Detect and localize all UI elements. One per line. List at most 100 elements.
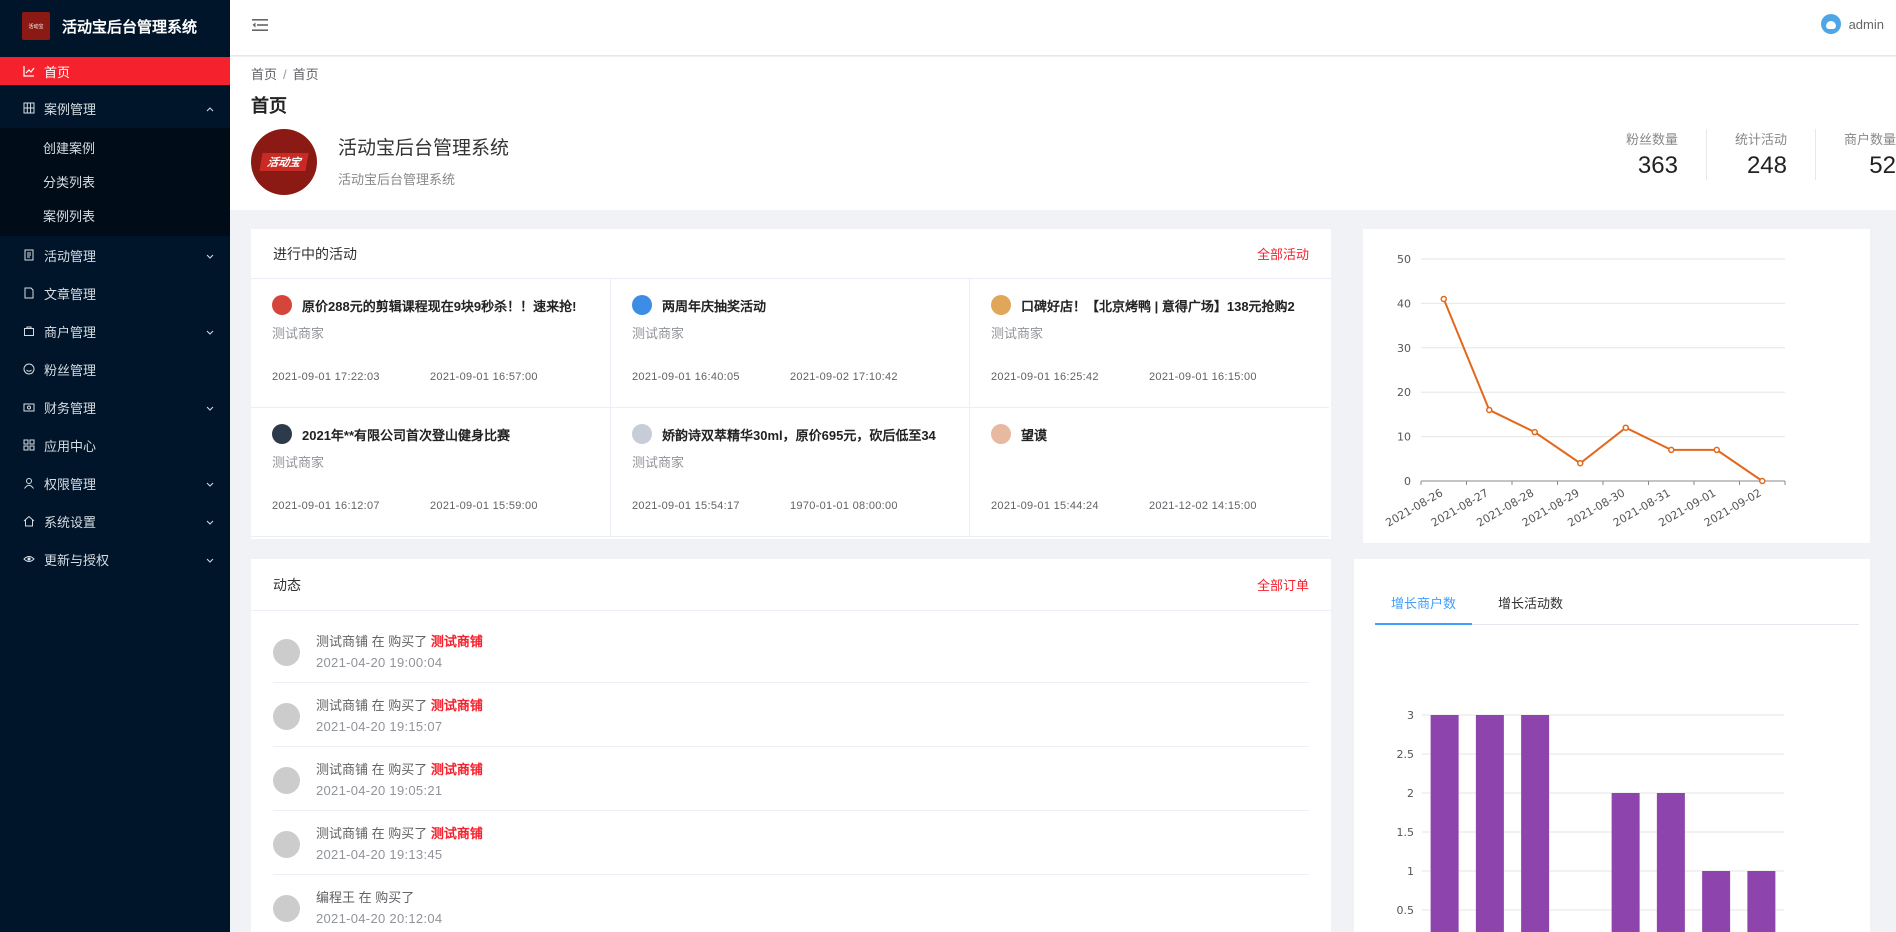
breadcrumb-item: 首页 — [292, 67, 319, 82]
feed-target[interactable]: 测试商铺 — [431, 826, 483, 841]
activity-shop: 测试商家 — [272, 455, 325, 470]
stat-merchants: 商户数量 52 — [1814, 129, 1896, 180]
brand[interactable]: 活动宝 活动宝后台管理系统 — [0, 0, 230, 52]
activity-item[interactable]: 原价288元的剪辑课程现在9块9秒杀！！速来抢! 测试商家 2021-09-01 1… — [251, 279, 611, 408]
feed-text: 测试商铺 在 购买了 测试商铺 — [316, 631, 483, 650]
activity-times: 2021-09-01 15:44:24 2021-12-02 14:15:00 — [991, 500, 1307, 512]
sidebar-item[interactable]: 文章管理 — [0, 274, 230, 312]
bar — [1702, 871, 1731, 932]
activity-end: 1970-01-01 08:00:00 — [790, 500, 898, 512]
activity-end: 2021-09-02 17:10:42 — [790, 371, 898, 383]
submenu-item[interactable]: 分类列表 — [0, 164, 230, 198]
chevron-down-icon — [206, 514, 214, 529]
activity-item[interactable]: 娇韵诗双萃精华30ml，原价695元，砍后低至34 测试商家 2021-09-01 … — [611, 408, 970, 537]
sidebar-item[interactable]: 系统设置 — [0, 502, 230, 540]
feed-target[interactable]: 测试商铺 — [431, 698, 483, 713]
feed-target[interactable]: 测试商铺 — [431, 762, 483, 777]
series-line — [1442, 298, 1763, 482]
activity-thumb-icon — [632, 295, 652, 315]
feed-time: 2021-04-20 19:13:45 — [316, 847, 443, 862]
calendar-icon — [22, 248, 36, 262]
feed-user: 测试商铺 — [316, 698, 369, 713]
breadcrumb-item[interactable]: 首页 — [251, 67, 277, 82]
activity-item[interactable]: 2021年**有限公司首次登山健身比赛 测试商家 2021-09-01 16:12:… — [251, 408, 611, 537]
sidebar-item[interactable]: 案例管理 — [0, 88, 230, 128]
y-tick-label: 30 — [1397, 342, 1411, 355]
activity-times: 2021-09-01 17:22:03 2021-09-01 16:57:00 — [272, 371, 588, 383]
avatar — [273, 895, 300, 922]
chevron-up-icon — [206, 101, 214, 116]
growth-card: 增长商户数 增长活动数 0.5 1 1.5 2 2.5 3 — [1354, 559, 1870, 932]
brand-logo: 活动宝 — [22, 12, 50, 40]
chevron-down-icon — [206, 476, 214, 491]
sidebar-item[interactable]: 权限管理 — [0, 464, 230, 502]
submenu-item[interactable]: 创建案例 — [0, 130, 230, 164]
data-point — [1759, 477, 1766, 485]
sidebar-item-label: 财务管理 — [44, 400, 97, 416]
activity-end: 2021-09-01 16:15:00 — [1149, 371, 1257, 383]
activity-end: 2021-09-01 16:57:00 — [430, 371, 538, 383]
sidebar-item-label: 更新与授权 — [44, 552, 110, 568]
sidebar-item[interactable]: 应用中心 — [0, 426, 230, 464]
sidebar-item[interactable]: 更新与授权 — [0, 540, 230, 578]
y-tick-label: 1.5 — [1397, 826, 1415, 839]
y-tick-label: 40 — [1397, 297, 1411, 310]
data-point — [1622, 424, 1629, 431]
menu-fold-icon[interactable] — [250, 16, 270, 34]
activity-item[interactable]: 两周年庆抽奖活动 测试商家 2021-09-01 16:40:05 2021-09-0… — [611, 279, 970, 408]
feed-time: 2021-04-20 19:15:07 — [316, 719, 443, 734]
avatar — [273, 767, 300, 794]
feed-text: 测试商铺 在 购买了 测试商铺 — [316, 759, 483, 778]
data-point — [1440, 295, 1447, 303]
all-orders-link[interactable]: 全部订单 — [1257, 575, 1309, 594]
submenu-item[interactable]: 案例列表 — [0, 198, 230, 232]
chevron-down-icon — [206, 324, 214, 339]
avatar — [273, 831, 300, 858]
activity-item[interactable]: 口碑好店！【北京烤鸭 | 意得广场】138元抢购2 测试商家 2021-09-01 … — [970, 279, 1329, 408]
activity-title: 望谟 — [1021, 427, 1048, 443]
sidebar-item-label: 粉丝管理 — [44, 362, 97, 378]
shop-icon — [22, 324, 36, 338]
activity-times: 2021-09-01 16:12:07 2021-09-01 15:59:00 — [272, 500, 588, 512]
sidebar-item-label: 活动管理 — [44, 248, 97, 264]
stat-activities: 统计活动 248 — [1705, 129, 1815, 180]
y-tick-label: 10 — [1397, 431, 1411, 444]
activity-start: 2021-09-01 15:54:17 — [632, 500, 740, 512]
user-name: admin — [1848, 16, 1884, 32]
document-icon — [22, 286, 36, 300]
activity-shop: 测试商家 — [632, 455, 685, 470]
system-desc: 活动宝后台管理系统 — [338, 172, 456, 187]
sidebar-item[interactable]: 粉丝管理 — [0, 350, 230, 388]
sidebar-item[interactable]: 活动管理 — [0, 236, 230, 274]
home-icon — [22, 514, 36, 528]
feed-target[interactable]: 测试商铺 — [431, 634, 483, 649]
activity-times: 2021-09-01 16:40:05 2021-09-02 17:10:42 — [632, 371, 948, 383]
y-tick-label: 1 — [1407, 865, 1414, 878]
activity-title: 原价288元的剪辑课程现在9块9秒杀！！速来抢! — [302, 298, 577, 314]
feed-user: 编程王 — [316, 890, 356, 905]
sidebar-item[interactable]: 财务管理 — [0, 388, 230, 426]
avatar — [273, 639, 300, 666]
user-avatar — [1820, 14, 1841, 34]
activity-times: 2021-09-01 15:54:17 1970-01-01 08:00:00 — [632, 500, 948, 512]
activity-item[interactable]: 望谟 2021-09-01 15:44:24 2021-12-02 14:15:00 — [970, 408, 1329, 537]
activity-thumb-icon — [991, 295, 1011, 315]
bar-chart: 0.5 1 1.5 2 2.5 3 — [1397, 709, 1784, 932]
y-tick-label: 50 — [1397, 253, 1411, 266]
user-menu[interactable]: admin — [1820, 14, 1884, 34]
activity-end: 2021-09-01 15:59:00 — [430, 500, 538, 512]
sidebar-item[interactable]: 首页 — [0, 57, 230, 85]
activity-shop: 测试商家 — [991, 326, 1044, 341]
stats: 粉丝数量 363 统计活动 248 商户数量 52 — [1598, 129, 1896, 180]
y-tick-label: 20 — [1397, 386, 1411, 399]
sidebar-item[interactable]: 商户管理 — [0, 312, 230, 350]
all-activities-link[interactable]: 全部活动 — [1257, 244, 1309, 263]
feed-action: 在 购买了 — [368, 698, 431, 713]
activity-title: 两周年庆抽奖活动 — [662, 298, 767, 314]
bar — [1430, 715, 1459, 932]
feed-action: 在 购买了 — [368, 634, 431, 649]
submenu: 创建案例 分类列表 案例列表 — [0, 128, 230, 236]
trend-chart-card: 0 10 20 30 40 50 2021-08-26 2021-08-27 2021-08-2… — [1363, 229, 1870, 543]
eye-icon — [22, 552, 36, 566]
feed-item: 编程王 在 购买了 2021-04-20 20:12:04 — [273, 875, 1309, 932]
